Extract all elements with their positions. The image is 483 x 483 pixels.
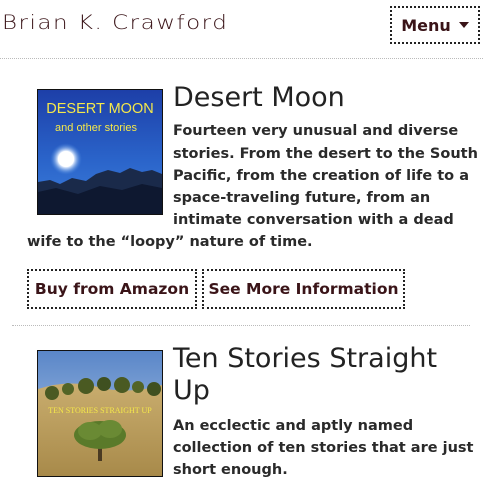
book-description-line: Fourteen very unusual and diverse xyxy=(173,123,459,139)
book-description-line: space-traveling future, from an xyxy=(173,190,431,206)
book-description-line: collection of ten stories that are just xyxy=(173,440,474,456)
desert-moon-cover-image[interactable]: DESERT MOON and other stories xyxy=(37,89,163,215)
site-title[interactable]: Brian K. Crawford xyxy=(2,12,228,34)
book-description-line: Pacific, from the creation of life to a xyxy=(173,168,469,184)
cover-title: TEN STORIES STRAIGHT UP xyxy=(48,406,152,415)
menu-button[interactable]: Menu xyxy=(390,6,480,44)
caret-down-icon xyxy=(458,22,469,28)
header-divider xyxy=(0,58,483,59)
book-description-line: wife to the “loopy” nature of time. xyxy=(27,234,313,250)
book-title-line1: Ten Stories Straight xyxy=(173,343,438,374)
book-divider xyxy=(12,325,470,326)
book-description-line: An ecclectic and aptly named xyxy=(173,418,414,434)
book-title[interactable]: Desert Moon xyxy=(173,82,345,114)
book-description-line: intimate conversation with a dead xyxy=(173,212,454,228)
ten-stories-cover-image[interactable]: TEN STORIES STRAIGHT UP xyxy=(37,350,163,477)
cover-title-line2: and other stories xyxy=(55,122,137,134)
site-header: Brian K. Crawford Menu xyxy=(0,0,483,58)
book-title[interactable]: Ten Stories Straight Up xyxy=(173,343,437,407)
see-more-information-button[interactable]: See More Information xyxy=(202,269,405,309)
book-description-line: stories. From the desert to the South xyxy=(173,146,478,162)
cover-title-line1: DESERT MOON xyxy=(46,101,153,117)
menu-label: Menu xyxy=(401,15,451,35)
book-title-line2: Up xyxy=(173,375,210,406)
book-description-line: short enough. xyxy=(173,462,288,478)
buy-from-amazon-button[interactable]: Buy from Amazon xyxy=(27,269,197,309)
